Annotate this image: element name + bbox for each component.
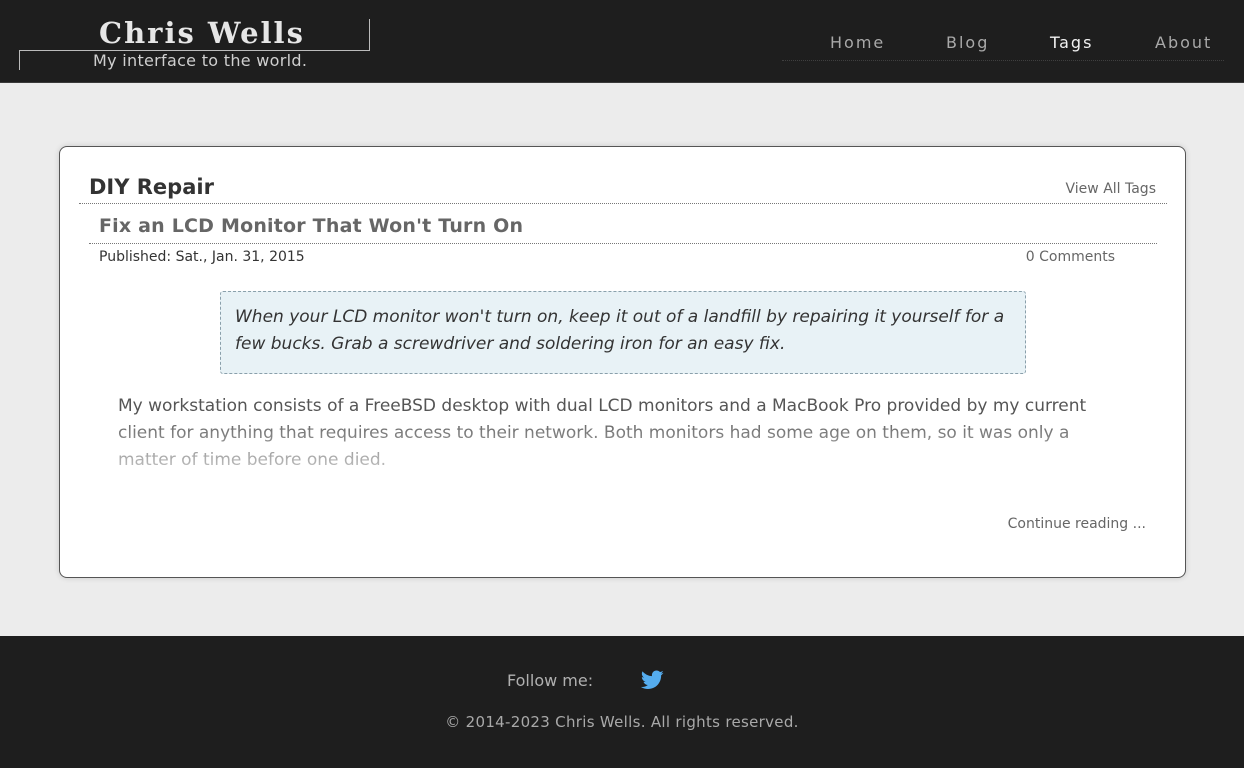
post-summary: When your LCD monitor won't turn on, kee…: [220, 291, 1026, 374]
nav-tags[interactable]: Tags: [1050, 33, 1093, 52]
continue-reading-link[interactable]: Continue reading ...: [1008, 516, 1146, 532]
main-nav: Home Blog Tags About: [782, 30, 1224, 61]
site-title-link[interactable]: Chris Wells: [99, 16, 305, 50]
site-footer: Follow me: © 2014-2023 Chris Wells. All …: [0, 636, 1244, 768]
tag-card: DIY Repair View All Tags Fix an LCD Moni…: [59, 146, 1186, 578]
follow-label: Follow me:: [507, 671, 594, 690]
twitter-bird-icon[interactable]: [640, 670, 664, 690]
comments-link[interactable]: 0 Comments: [1026, 249, 1115, 265]
tag-title: DIY Repair: [89, 175, 214, 199]
nav-home[interactable]: Home: [830, 33, 885, 52]
twitter-icon-svg: [640, 670, 664, 690]
view-all-tags-link[interactable]: View All Tags: [1066, 181, 1156, 197]
nav-about[interactable]: About: [1155, 33, 1212, 52]
post-excerpt: My workstation consists of a FreeBSD des…: [118, 396, 1087, 470]
post-title-link[interactable]: Fix an LCD Monitor That Won't Turn On: [99, 215, 523, 237]
nav-blog[interactable]: Blog: [946, 33, 989, 52]
copyright: © 2014-2023 Chris Wells. All rights rese…: [445, 713, 799, 731]
divider: [79, 203, 1167, 204]
site-tagline: My interface to the world.: [93, 51, 308, 70]
site-header: Chris Wells My interface to the world. H…: [0, 0, 1244, 83]
divider: [89, 243, 1157, 244]
published-date: Published: Sat., Jan. 31, 2015: [99, 249, 305, 265]
